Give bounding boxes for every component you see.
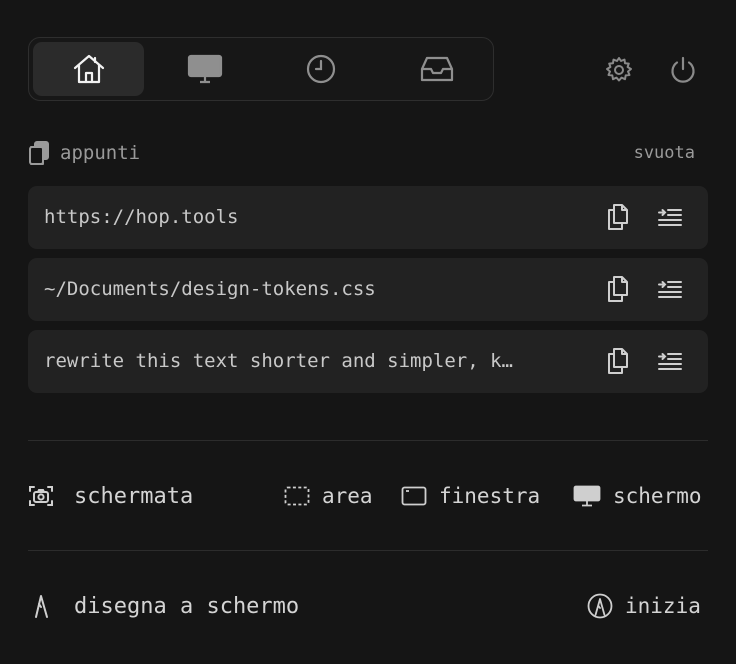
screenshot-window-option[interactable]: finestra <box>401 476 540 516</box>
start-draw-button[interactable]: inizia <box>587 586 701 626</box>
clipboard-item[interactable]: rewrite this text shorter and simpler, k… <box>28 330 708 393</box>
clipboard-title: appunti <box>60 142 141 164</box>
copy-button[interactable] <box>602 273 634 305</box>
clipboard-header: appunti svuota <box>28 140 708 166</box>
screenshot-screen-option[interactable]: schermo <box>573 476 702 516</box>
clipboard-item-text: https://hop.tools <box>44 206 239 228</box>
gear-icon <box>606 57 632 82</box>
tab-bar <box>28 37 494 101</box>
paste-lines-icon <box>658 353 682 370</box>
copy-icon <box>608 276 628 302</box>
draw-label: disegna a schermo <box>74 593 300 619</box>
tab-inbox[interactable] <box>381 42 492 96</box>
paste-button[interactable] <box>654 273 686 305</box>
settings-button[interactable] <box>601 52 637 88</box>
copy-icon <box>608 348 628 374</box>
screen-label: schermo <box>613 484 702 508</box>
start-label: inizia <box>625 594 701 618</box>
paste-lines-icon <box>658 281 682 298</box>
clock-icon <box>306 54 335 84</box>
power-button[interactable] <box>665 52 701 88</box>
divider <box>28 550 708 551</box>
paste-lines-icon <box>658 209 682 226</box>
screenshot-area-option[interactable]: area <box>284 476 373 516</box>
window-label: finestra <box>439 484 541 508</box>
clipboard-item-text: rewrite this text shorter and simpler, k… <box>44 350 513 372</box>
draw-start-icon <box>587 593 613 619</box>
area-select-icon <box>284 486 310 506</box>
copy-button[interactable] <box>602 345 634 377</box>
clear-clipboard-button[interactable]: svuota <box>634 143 695 163</box>
copy-button[interactable] <box>602 201 634 233</box>
copy-icon <box>608 204 628 230</box>
tab-screen[interactable] <box>149 42 260 96</box>
screenshot-row: schermata area finestra schermo <box>28 476 708 516</box>
tab-home[interactable] <box>33 42 144 96</box>
monitor-icon <box>573 485 601 507</box>
home-icon <box>73 54 104 84</box>
clipboard-item-text: ~/Documents/design-tokens.css <box>44 278 376 300</box>
camera-icon <box>29 486 53 506</box>
power-icon <box>671 56 695 83</box>
clipboard-item[interactable]: ~/Documents/design-tokens.css <box>28 258 708 321</box>
draw-row: disegna a schermo inizia <box>28 586 708 626</box>
tab-history[interactable] <box>265 42 376 96</box>
screenshot-label: schermata <box>74 483 194 509</box>
inbox-icon <box>420 56 453 82</box>
paste-button[interactable] <box>654 345 686 377</box>
area-label: area <box>322 484 373 508</box>
clipboard-item[interactable]: https://hop.tools <box>28 186 708 249</box>
window-icon <box>401 486 427 506</box>
pen-tip-icon <box>35 595 48 618</box>
clipboard-icon <box>29 141 49 165</box>
paste-button[interactable] <box>654 201 686 233</box>
divider <box>28 440 708 441</box>
monitor-icon <box>187 54 222 84</box>
